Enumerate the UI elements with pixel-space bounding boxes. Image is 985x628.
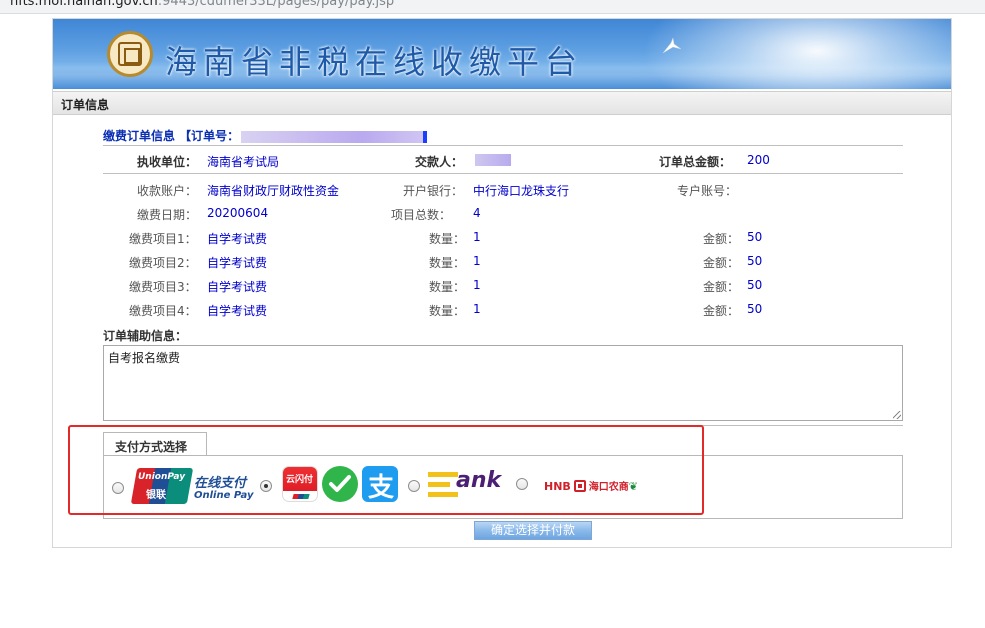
payer-label: 交款人： [415, 155, 464, 169]
site-title: 海南省非税在线收缴平台 [165, 43, 584, 81]
browser-url-bar[interactable]: hfts.mof.hainan.gov.cn:9443/cdumer33L/pa… [0, 0, 985, 14]
special-account-label: 专户账号： [677, 184, 738, 198]
bank-label: 开户银行： [403, 184, 464, 198]
highlight-annotation-box [68, 425, 704, 515]
account-value: 海南省财政厅财政性资金 [207, 184, 340, 198]
resize-handle-icon[interactable] [893, 411, 901, 419]
site-banner: 海南省非税在线收缴平台 [53, 19, 951, 89]
divider [103, 145, 903, 146]
item-count-label: 项目总数： [391, 208, 452, 222]
aux-info-label: 订单辅助信息： [103, 329, 188, 343]
payer-unit-value: 海南省考试局 [207, 155, 280, 169]
order-header: 缴费订单信息 【订单号： [103, 127, 428, 144]
section-title: 订单信息 [61, 98, 110, 112]
emblem-icon [107, 31, 153, 77]
seagull-icon [662, 37, 682, 54]
aux-info-textarea[interactable]: 自考报名缴费 [103, 345, 903, 421]
date-value: 20200604 [207, 206, 269, 220]
item-count-value: 4 [473, 206, 481, 220]
date-label: 缴费日期： [137, 208, 198, 222]
payer-name-redacted [475, 154, 511, 166]
url-text: hfts.mof.hainan.gov.cn:9443/cdumer33L/pa… [10, 0, 395, 9]
order-number-redacted [241, 130, 428, 143]
total-value: 200 [747, 153, 770, 167]
payer-unit-label: 执收单位： [137, 155, 198, 169]
confirm-pay-button[interactable]: 确定选择并付款 [474, 521, 592, 540]
section-title-bar: 订单信息 [53, 91, 951, 115]
account-label: 收款账户： [137, 184, 198, 198]
total-label: 订单总金额： [659, 155, 732, 169]
bank-value: 中行海口龙珠支行 [473, 184, 570, 198]
divider [103, 173, 903, 174]
